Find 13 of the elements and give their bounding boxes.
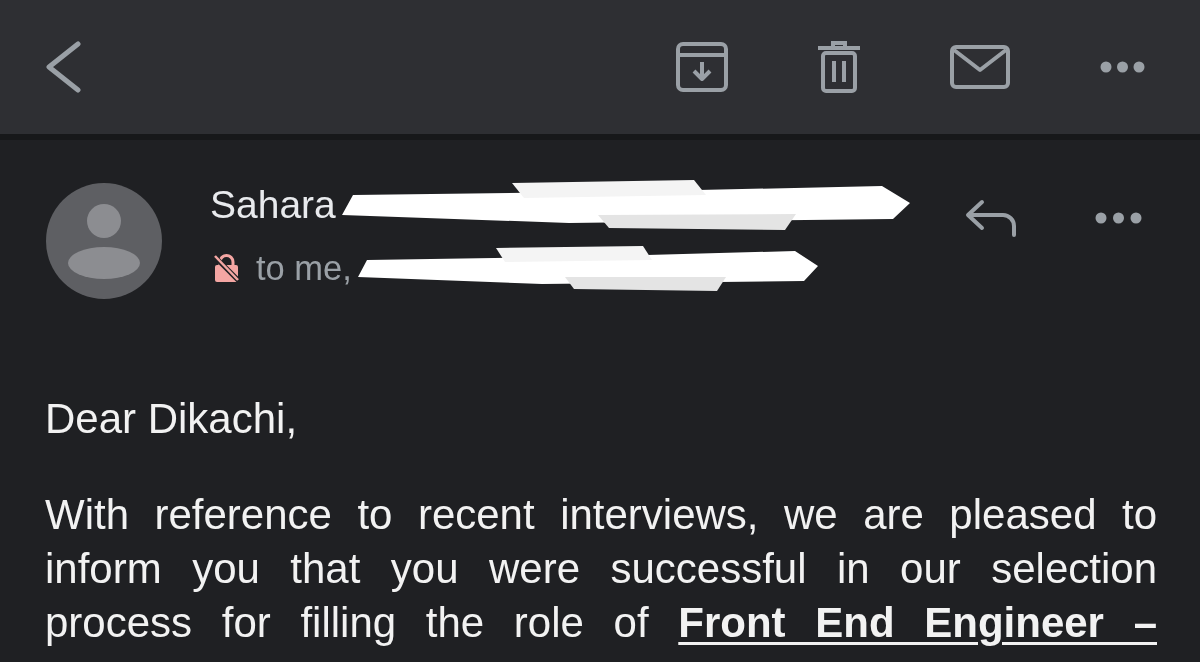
mail-icon[interactable]	[950, 45, 1010, 89]
reply-icon[interactable]	[965, 199, 1018, 237]
more-icon[interactable]	[1100, 61, 1145, 73]
archive-icon[interactable]	[676, 42, 728, 92]
back-icon[interactable]	[45, 41, 81, 93]
greeting-text: Dear Dikachi,	[45, 394, 299, 444]
avatar-icon	[46, 183, 162, 299]
trash-icon[interactable]	[818, 41, 860, 93]
more-icon[interactable]	[1095, 212, 1142, 224]
crossed-lock-icon	[213, 254, 240, 282]
sender-name: Sahara	[210, 183, 336, 227]
message-paragraph: With reference to recent interviews, we are pleased to inform you that you were successful in our selection process for filling the role of Front End Engineer –	[45, 490, 1157, 648]
recipients-label: to me,	[256, 248, 352, 289]
